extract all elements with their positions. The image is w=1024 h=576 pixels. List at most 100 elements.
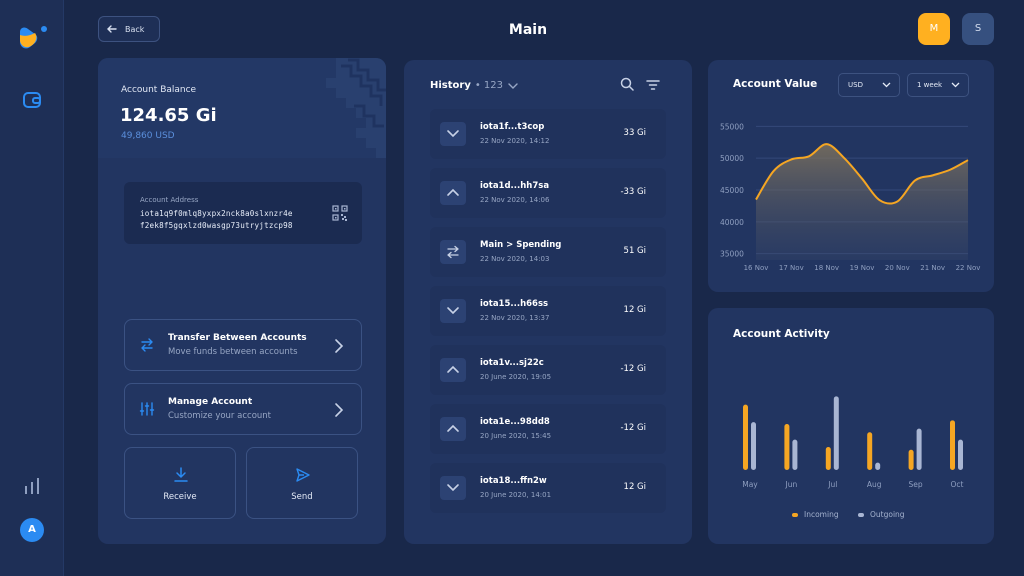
x-tick-label: Jul <box>827 480 837 489</box>
manage-title: Manage Account <box>168 397 253 407</box>
account-value-panel: Account Value USD 1 week 35000 40000 45000… <box>708 60 994 292</box>
history-title-text: History <box>430 80 471 91</box>
manage-subtitle: Customize your account <box>168 411 271 421</box>
send-button[interactable]: Send <box>246 447 358 519</box>
transfer-icon <box>141 338 153 352</box>
chevron-down-icon <box>882 82 891 88</box>
address-line-2: f2ek8f5gqxlzd0wasgp73utryjtzcp98 <box>140 221 293 230</box>
x-tick-label: Sep <box>909 480 923 489</box>
tx-name: iota1f...t3cop <box>480 122 545 132</box>
chevron-down-icon <box>447 307 459 315</box>
range-select[interactable]: 1 week <box>907 73 969 97</box>
tx-icon-box <box>440 299 466 323</box>
x-tick-label: Oct <box>951 480 964 489</box>
currency-value: USD <box>848 81 863 89</box>
tx-date: 22 Nov 2020, 14:06 <box>480 196 550 204</box>
tx-name: Main > Spending <box>480 240 562 250</box>
chevron-up-icon <box>447 188 459 196</box>
x-tick-label: 20 Nov <box>885 264 910 272</box>
legend-incoming: Incoming <box>792 510 839 519</box>
tx-icon-box <box>440 358 466 382</box>
tx-amount: 12 Gi <box>623 305 646 315</box>
account-value-chart: 35000 40000 45000 50000 55000 16 Nov 17 Nov 18 … <box>720 122 981 272</box>
tx-icon-box <box>440 240 466 264</box>
bar-outgoing <box>875 462 881 470</box>
tx-amount: -12 Gi <box>620 364 646 374</box>
tx-amount: 33 Gi <box>623 128 646 138</box>
address-label: Account Address <box>140 196 199 204</box>
balance-label: Account Balance <box>121 85 197 95</box>
legend-incoming-label: Incoming <box>804 510 839 519</box>
qr-code-icon[interactable] <box>332 205 348 221</box>
x-tick-label: 19 Nov <box>850 264 875 272</box>
bar-outgoing <box>916 428 922 470</box>
history-panel: History • 123 iota1f...t3cop 22 Nov 2020,… <box>404 60 692 544</box>
x-tick-label: 18 Nov <box>814 264 839 272</box>
tx-date: 20 June 2020, 14:01 <box>480 491 552 499</box>
profile-m-button[interactable]: M <box>918 13 950 45</box>
chevron-down-icon <box>447 484 459 492</box>
y-tick-label: 45000 <box>720 186 744 195</box>
chart-icon[interactable] <box>23 476 41 494</box>
transfer-subtitle: Move funds between accounts <box>168 347 298 357</box>
history-item[interactable]: Main > Spending 22 Nov 2020, 14:03 51 Gi <box>430 227 666 277</box>
transfer-accounts-button[interactable]: Transfer Between Accounts Move funds bet… <box>124 319 362 371</box>
legend-incoming-swatch <box>792 512 798 517</box>
history-count: • 123 <box>474 80 504 91</box>
x-tick-label: Aug <box>867 480 882 489</box>
history-item[interactable]: iota15...h66ss 22 Nov 2020, 13:37 12 Gi <box>430 286 666 336</box>
avatar[interactable]: A <box>20 518 44 542</box>
currency-select[interactable]: USD <box>838 73 900 97</box>
chevron-down-icon[interactable] <box>508 82 518 90</box>
chevron-right-icon <box>335 403 344 417</box>
address-box[interactable]: Account Address iota1q9f0mlq8yxpx2nck8a0… <box>124 182 362 244</box>
send-label: Send <box>291 492 313 502</box>
profile-s-button[interactable]: S <box>962 13 994 45</box>
bar-outgoing <box>751 422 756 470</box>
chevron-right-icon <box>335 339 344 353</box>
tx-name: iota1e...98dd8 <box>480 417 550 427</box>
transfer-title: Transfer Between Accounts <box>168 333 307 343</box>
account-panel: Account Balance 124.65 Gi 49,860 USD Acc… <box>98 58 386 544</box>
tx-icon-box <box>440 122 466 146</box>
receive-button[interactable]: Receive <box>124 447 236 519</box>
search-icon[interactable] <box>620 77 634 91</box>
address-line-1: iota1q9f0mlq8yxpx2nck8a0slxnzr4e <box>140 209 293 218</box>
tx-date: 20 June 2020, 15:45 <box>480 432 552 440</box>
tx-icon-box <box>440 476 466 500</box>
bar-outgoing <box>833 396 839 470</box>
tx-name: iota1d...hh7sa <box>480 181 550 191</box>
history-item[interactable]: iota1v...sj22c 20 June 2020, 19:05 -12 Gi <box>430 345 666 395</box>
history-item[interactable]: iota18...ffn2w 20 June 2020, 14:01 12 Gi <box>430 463 666 513</box>
bar-outgoing <box>958 439 963 470</box>
x-tick-label: May <box>742 480 758 489</box>
x-tick-label: Jun <box>785 480 798 489</box>
x-tick-label: 22 Nov <box>956 264 981 272</box>
x-tick-label: 16 Nov <box>744 264 769 272</box>
sliders-icon <box>139 402 155 416</box>
receive-label: Receive <box>163 492 197 502</box>
chevron-down-icon <box>447 130 459 138</box>
balance-value: 124.65 Gi <box>120 105 217 126</box>
filter-icon[interactable] <box>646 79 660 91</box>
send-icon <box>296 468 310 482</box>
x-tick-label: 21 Nov <box>920 264 945 272</box>
tx-date: 22 Nov 2020, 14:03 <box>480 255 550 263</box>
tx-amount: 12 Gi <box>623 482 646 492</box>
wallet-icon[interactable] <box>22 90 42 110</box>
history-item[interactable]: iota1e...98dd8 20 June 2020, 15:45 -12 Gi <box>430 404 666 454</box>
history-item[interactable]: iota1f...t3cop 22 Nov 2020, 14:12 33 Gi <box>430 109 666 159</box>
manage-account-button[interactable]: Manage Account Customize your account <box>124 383 362 435</box>
sidebar: A <box>0 0 64 576</box>
account-balance-card: Account Balance 124.65 Gi 49,860 USD <box>98 58 386 158</box>
history-item[interactable]: iota1d...hh7sa 22 Nov 2020, 14:06 -33 Gi <box>430 168 666 218</box>
tx-amount: 51 Gi <box>623 246 646 256</box>
tx-icon-box <box>440 181 466 205</box>
account-activity-chart: May Jun Jul Aug Sep Oct <box>742 396 964 489</box>
download-icon <box>174 467 188 482</box>
x-tick-label: 17 Nov <box>779 264 804 272</box>
bar-incoming <box>743 404 748 470</box>
bar-incoming <box>825 447 831 470</box>
tx-date: 22 Nov 2020, 14:12 <box>480 137 550 145</box>
history-title: History • 123 <box>430 80 518 91</box>
